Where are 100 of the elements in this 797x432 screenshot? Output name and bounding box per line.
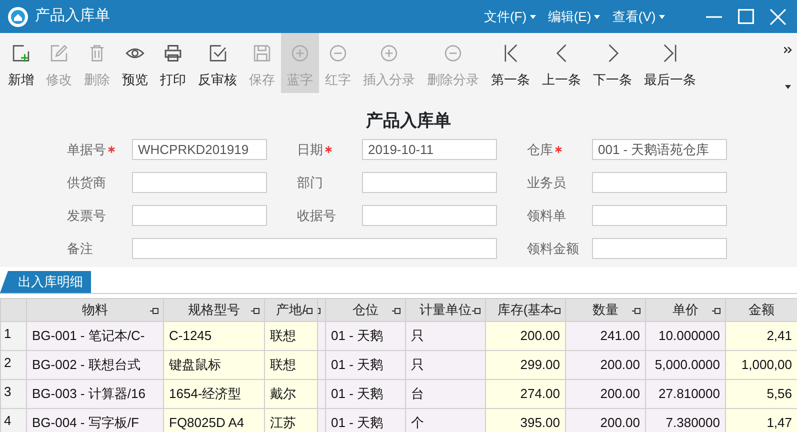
table-cell: 241.00 bbox=[566, 322, 646, 350]
plus-circle-icon bbox=[378, 43, 400, 64]
table-cell: 台 bbox=[406, 380, 486, 408]
table-cell: BG-001 - 笔记本/C- bbox=[26, 322, 164, 350]
table-cell: 个 bbox=[406, 408, 486, 432]
menu-item[interactable]: 文件(F) bbox=[482, 6, 538, 26]
table-cell: 299.00 bbox=[486, 350, 566, 380]
required-icon bbox=[555, 146, 562, 153]
table-cell: BG-002 - 联想台式 bbox=[26, 350, 164, 380]
column-header[interactable]: 物料 bbox=[26, 298, 164, 322]
column-header[interactable]: 库存(基本 bbox=[486, 298, 566, 322]
toolbar-button[interactable]: 新增 bbox=[2, 33, 40, 93]
input-field[interactable] bbox=[132, 238, 497, 259]
table-cell: 戴尔 bbox=[264, 380, 318, 408]
table-cell: 200.00 bbox=[486, 322, 566, 350]
maximize-icon bbox=[738, 9, 754, 24]
input-field[interactable] bbox=[132, 205, 267, 226]
column-header[interactable]: 单价 bbox=[646, 298, 726, 322]
toolbar-button[interactable]: 反审核 bbox=[192, 33, 243, 93]
pencil-icon bbox=[48, 43, 70, 64]
table-cell: 只 bbox=[406, 322, 486, 350]
input-field[interactable] bbox=[362, 172, 497, 193]
input-field[interactable] bbox=[592, 238, 727, 259]
table-cell: BG-003 - 计算器/16 bbox=[26, 380, 164, 408]
table-cell: 2,41 bbox=[726, 322, 797, 350]
column-header[interactable]: 产地/ bbox=[264, 298, 318, 322]
field-label: 供货商 bbox=[67, 174, 106, 192]
table-cell: 江苏 bbox=[264, 408, 318, 432]
table-cell: 01 - 天鹅 bbox=[326, 408, 406, 432]
field-label: 发票号 bbox=[67, 206, 106, 225]
app-logo-icon bbox=[6, 6, 28, 28]
input-field[interactable] bbox=[592, 205, 727, 226]
field-label: 业务员 bbox=[527, 174, 566, 192]
caret-icon bbox=[530, 14, 536, 18]
minus-circle-icon bbox=[442, 43, 464, 64]
toolbar-button[interactable]: 预览 bbox=[116, 33, 154, 93]
table-cell: 395.00 bbox=[486, 408, 566, 432]
table-cell: 5,000.0000 bbox=[646, 350, 726, 380]
dropdown-caret-icon bbox=[784, 85, 791, 89]
field-label: 单据号 bbox=[67, 140, 106, 159]
table-cell: 键盘鼠标 bbox=[164, 350, 264, 380]
input-field[interactable] bbox=[592, 172, 727, 193]
table-cell: 200.00 bbox=[566, 350, 646, 380]
table-cell: 01 - 天鹅 bbox=[326, 380, 406, 408]
table-cell: 01 - 天鹅 bbox=[326, 350, 406, 380]
minus-circle-icon bbox=[327, 43, 349, 64]
table-cell: 7.380000 bbox=[646, 408, 726, 432]
table-cell: BG-004 - 写字板/F bbox=[26, 408, 164, 432]
new-document-icon bbox=[10, 43, 32, 64]
field-label: 领料金额 bbox=[527, 240, 579, 258]
table-cell: 274.00 bbox=[486, 380, 566, 408]
plus-circle-icon bbox=[289, 43, 311, 64]
table-cell: 1,47 bbox=[726, 408, 797, 432]
input-field[interactable]: 2019-10-11 bbox=[362, 139, 497, 160]
table-cell: 27.810000 bbox=[646, 380, 726, 408]
window-title: 产品入库单 bbox=[35, 6, 110, 26]
tab[interactable]: 出入库明细 bbox=[0, 271, 91, 293]
minimize-icon bbox=[706, 16, 722, 18]
toolbar-button[interactable]: 第一条 bbox=[485, 33, 536, 93]
toolbar-button[interactable]: 上一条 bbox=[536, 33, 587, 93]
row-number: 2 bbox=[0, 350, 26, 380]
field-label: 部门 bbox=[297, 174, 323, 192]
table-cell: C-1245 bbox=[164, 322, 264, 350]
row-number: 4 bbox=[0, 408, 26, 432]
menu-item[interactable]: 编辑(E) bbox=[546, 6, 602, 26]
field-label: 日期 bbox=[297, 140, 323, 159]
table-cell: 200.00 bbox=[566, 408, 646, 432]
column-header[interactable]: 金额 bbox=[726, 298, 797, 322]
table-cell: 1654-经济型 bbox=[164, 380, 264, 408]
form-title: 产品入库单 bbox=[364, 110, 452, 132]
close-icon bbox=[770, 8, 786, 24]
input-field[interactable] bbox=[132, 172, 267, 193]
table-cell: 10.000000 bbox=[646, 322, 726, 350]
table-cell: 联想 bbox=[264, 322, 318, 350]
column-header[interactable]: 数量 bbox=[566, 298, 646, 322]
field-label: 备注 bbox=[67, 240, 93, 258]
input-field[interactable] bbox=[362, 205, 497, 226]
toolbar-button[interactable]: 打印 bbox=[154, 33, 192, 93]
required-icon bbox=[108, 146, 115, 153]
table-cell: 200.00 bbox=[566, 380, 646, 408]
field-label: 领料单 bbox=[527, 206, 566, 225]
column-header[interactable]: 计量单位 bbox=[406, 298, 486, 322]
column-header[interactable]: 规格型号 bbox=[164, 298, 264, 322]
caret-icon bbox=[659, 14, 665, 18]
table-cell: FQ8025D A4 bbox=[164, 408, 264, 432]
field-label: 仓库 bbox=[527, 140, 553, 159]
required-icon bbox=[325, 146, 332, 153]
corner-header bbox=[0, 298, 26, 322]
input-field[interactable]: 001 - 天鹅语苑仓库 bbox=[592, 139, 727, 160]
caret-icon bbox=[594, 14, 600, 18]
table-cell: 5,56 bbox=[726, 380, 797, 408]
menu-item[interactable]: 查看(V) bbox=[610, 6, 667, 26]
toolbar-button[interactable]: 最后一条 bbox=[638, 33, 702, 93]
table-cell: 联想 bbox=[264, 350, 318, 380]
table-cell: 01 - 天鹅 bbox=[326, 322, 406, 350]
toolbar-button[interactable]: 下一条 bbox=[587, 33, 638, 93]
row-number: 1 bbox=[0, 322, 26, 350]
column-header[interactable]: 仓位 bbox=[326, 298, 406, 322]
input-field[interactable]: WHCPRKD201919 bbox=[132, 139, 267, 160]
table-cell: 只 bbox=[406, 350, 486, 380]
